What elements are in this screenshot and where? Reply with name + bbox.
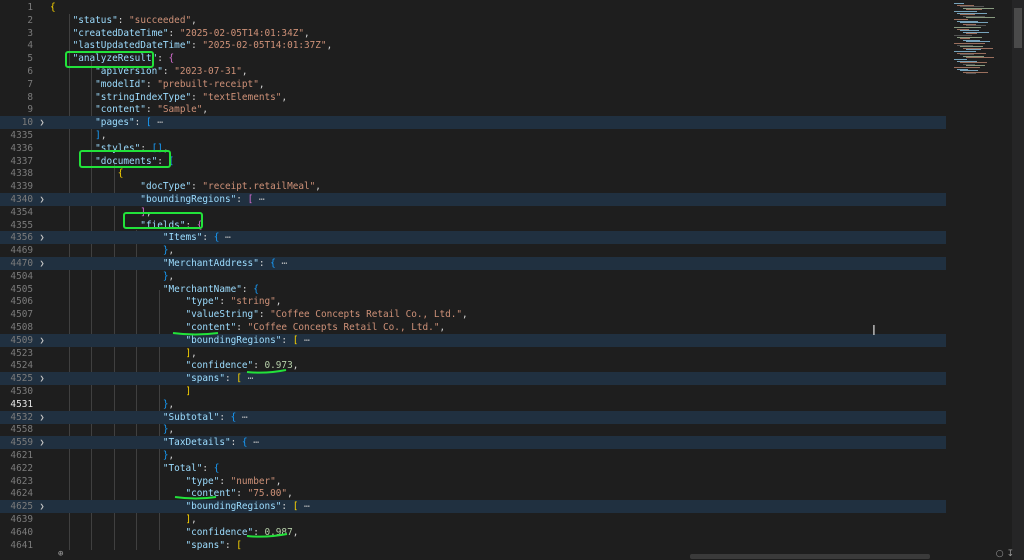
minimap-line bbox=[966, 57, 994, 59]
horizontal-scrollbar[interactable] bbox=[50, 553, 940, 560]
annotation-underlines bbox=[172, 332, 288, 538]
confidence-underline-total bbox=[246, 533, 288, 538]
notification-icon[interactable]: ○ ↧ bbox=[996, 549, 1014, 559]
horizontal-scroll-thumb[interactable] bbox=[690, 554, 930, 559]
content-underline-total bbox=[174, 496, 217, 500]
text-cursor-icon: I bbox=[872, 324, 876, 339]
minimap[interactable] bbox=[948, 0, 1008, 560]
confidence-underline-merchant bbox=[246, 369, 287, 374]
minimap-line bbox=[966, 73, 976, 75]
scrollbar-thumb[interactable] bbox=[1014, 8, 1022, 48]
code-editor[interactable]: 1{2 "status": "succeeded", 3 "createdDate… bbox=[0, 0, 1024, 560]
vertical-scrollbar[interactable] bbox=[1012, 0, 1024, 560]
content-underline-merchant bbox=[172, 332, 219, 336]
status-indicator-icon[interactable]: ⊕ bbox=[58, 549, 63, 559]
minimap-line bbox=[966, 17, 995, 19]
